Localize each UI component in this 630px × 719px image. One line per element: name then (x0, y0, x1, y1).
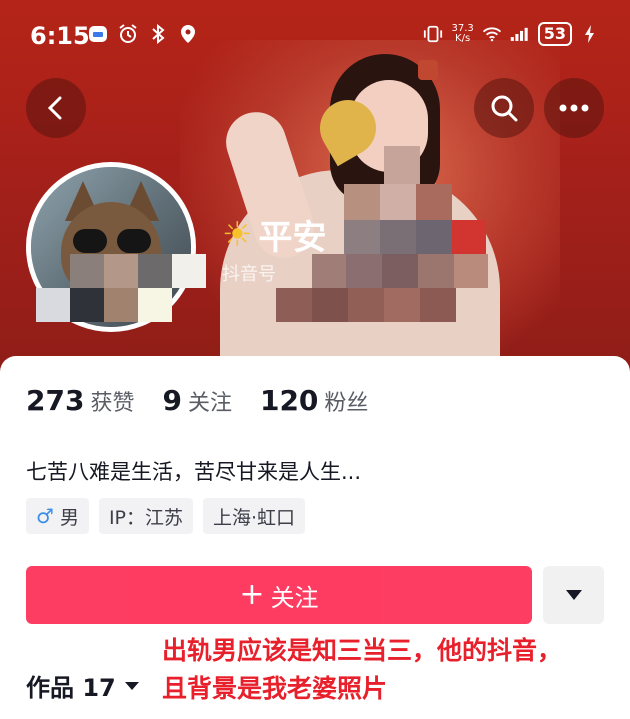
more-options-button[interactable] (544, 78, 604, 138)
stat-following-label: 关注 (187, 391, 232, 416)
more-dots-icon (559, 104, 589, 112)
follow-button[interactable]: + 关注 (26, 566, 532, 624)
caret-down-icon (124, 681, 139, 690)
tab-works[interactable]: 作品 17 (26, 668, 140, 703)
wifi-icon (482, 24, 502, 44)
profile-bio: 七苦八难是生活，苦尽甘来是人生... (26, 460, 362, 484)
profile-stats: 273 获赞 9 关注 120 粉丝 (26, 384, 368, 417)
profile-tags: ♂ 男 IP：江苏 上海·虹口 (26, 498, 306, 534)
chevron-left-icon (47, 96, 62, 120)
stat-likes-value: 273 (26, 384, 85, 417)
gender-label: 男 (59, 506, 79, 529)
signal-icon (510, 24, 530, 44)
location-icon (178, 24, 198, 44)
annotation-line-1: 出轨男应该是知三当三，他的抖音， (162, 636, 563, 665)
annotation-line-2: 且背景是我老婆照片 (162, 674, 388, 703)
stat-following-value: 9 (162, 384, 182, 417)
network-speed: 37.3 K/s (451, 23, 474, 44)
status-bar: 6:15 37.3 K/s 53 (0, 0, 630, 72)
douyin-id-label: 抖音号 (222, 264, 276, 285)
follow-options-dropdown[interactable] (543, 566, 604, 624)
plus-icon: + (239, 577, 265, 612)
back-button[interactable] (26, 78, 86, 138)
gender-tag: ♂ 男 (26, 498, 89, 534)
ip-tag: IP：江苏 (98, 498, 194, 534)
tab-works-label: 作品 17 (26, 674, 116, 702)
follow-button-label: 关注 (270, 583, 319, 612)
sun-icon: ☀ (222, 214, 253, 255)
stat-likes[interactable]: 273 获赞 (26, 384, 134, 417)
bluetooth-icon (148, 24, 168, 44)
stat-likes-label: 获赞 (90, 391, 135, 416)
caret-down-icon (565, 590, 582, 600)
status-time: 6:15 (30, 22, 90, 50)
stat-followers[interactable]: 120 粉丝 (260, 384, 368, 417)
profile-name-row: ☀ 平安 (222, 210, 326, 259)
cat-sunglasses (73, 229, 153, 253)
stat-followers-label: 粉丝 (324, 391, 369, 416)
red-annotation-text: 出轨男应该是知三当三，他的抖音， 且背景是我老婆照片 (162, 632, 630, 708)
location-tag: 上海·虹口 (203, 498, 306, 534)
search-button[interactable] (474, 78, 534, 138)
male-icon: ♂ (36, 504, 54, 528)
alarm-icon (118, 24, 138, 44)
stat-following[interactable]: 9 关注 (162, 384, 232, 417)
search-icon (491, 95, 518, 122)
battery-level: 53 (537, 22, 572, 46)
charging-icon (580, 24, 600, 44)
vibrate-icon (423, 24, 443, 44)
profile-name: 平安 (258, 218, 327, 258)
stat-followers-value: 120 (259, 384, 319, 417)
message-icon (88, 24, 108, 44)
